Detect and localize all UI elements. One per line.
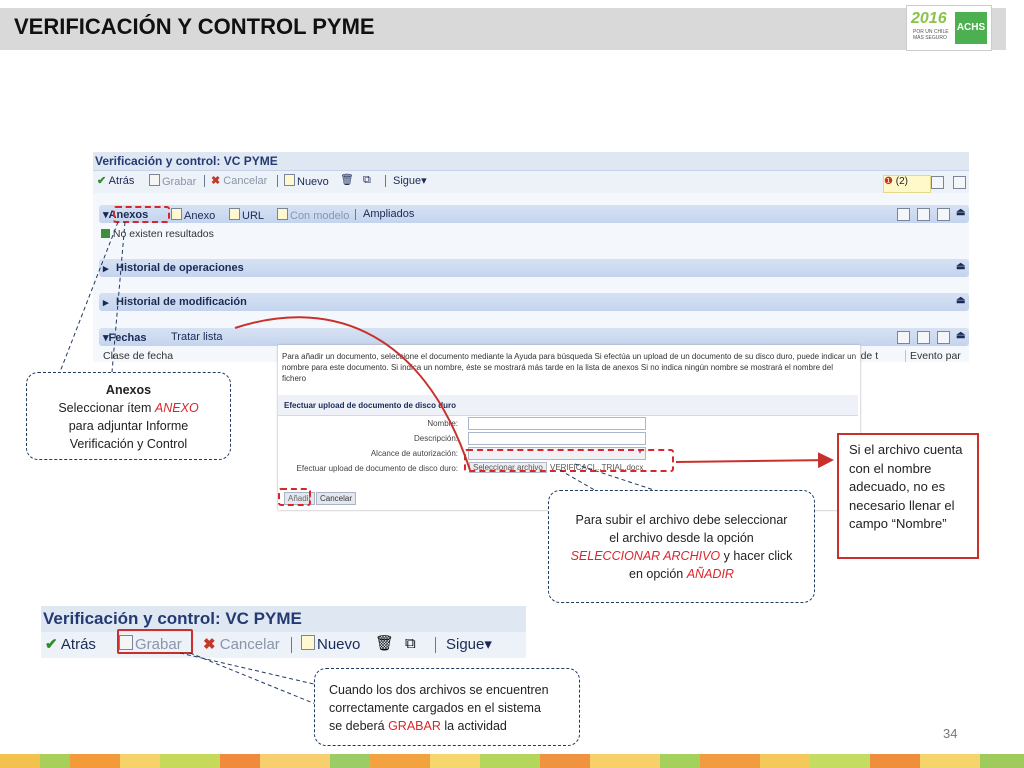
upload-connector <box>559 469 599 493</box>
callout-upload-line3: SELECCIONAR ARCHIVO y hacer click <box>549 547 814 565</box>
nombre-arrow <box>675 452 834 469</box>
callout-highlight: ANEXO <box>154 401 199 415</box>
callout-upload-line2: el archivo desde la opción <box>609 531 754 545</box>
callout-highlight: SELECCIONAR ARCHIVO <box>570 549 721 563</box>
callout-text: se deberá <box>329 719 389 733</box>
callout-anexos-line1: Seleccionar ítem ANEXO <box>27 399 230 417</box>
callout-text: Seleccionar ítem <box>58 401 155 415</box>
upload-connector <box>574 463 661 493</box>
grabar-connector <box>179 652 319 686</box>
callout-text: y hacer click <box>720 549 793 563</box>
callout-nombre: Si el archivo cuenta con el nombre adecu… <box>837 433 979 559</box>
callout-highlight: AÑADIR <box>686 567 734 581</box>
callout-grabar-line1: Cuando los dos archivos se encuentren <box>329 683 549 697</box>
callout-upload: Para subir el archivo debe seleccionar e… <box>548 490 815 603</box>
callout-nombre-text: Si el archivo cuenta con el nombre adecu… <box>849 442 963 531</box>
file-arrow-curve <box>234 316 471 471</box>
callout-upload-line1: Para subir el archivo debe seleccionar <box>575 513 788 527</box>
callout-text: la actividad <box>440 719 507 733</box>
callout-anexos-heading: Anexos <box>105 383 152 397</box>
callout-grabar: Cuando los dos archivos se encuentren co… <box>314 668 580 746</box>
callout-grabar-line2: correctamente cargados en el sistema <box>329 701 541 715</box>
decorative-color-strip <box>0 754 1024 768</box>
callout-anexos: Anexos Seleccionar ítem ANEXO para adjun… <box>26 372 231 460</box>
callout-anexos-line3: Verificación y Control <box>69 437 188 451</box>
anexos-connector <box>59 221 119 373</box>
callout-upload-line4: en opción AÑADIR <box>549 565 814 583</box>
callout-anexos-line2: para adjuntar Informe <box>68 419 189 433</box>
callout-highlight: GRABAR <box>388 719 441 733</box>
callout-text: en opción <box>629 567 687 581</box>
anexos-connector <box>111 221 126 373</box>
callout-grabar-line3: se deberá GRABAR la actividad <box>329 717 579 735</box>
page-number: 34 <box>943 726 958 741</box>
grabar-connector <box>189 652 319 706</box>
